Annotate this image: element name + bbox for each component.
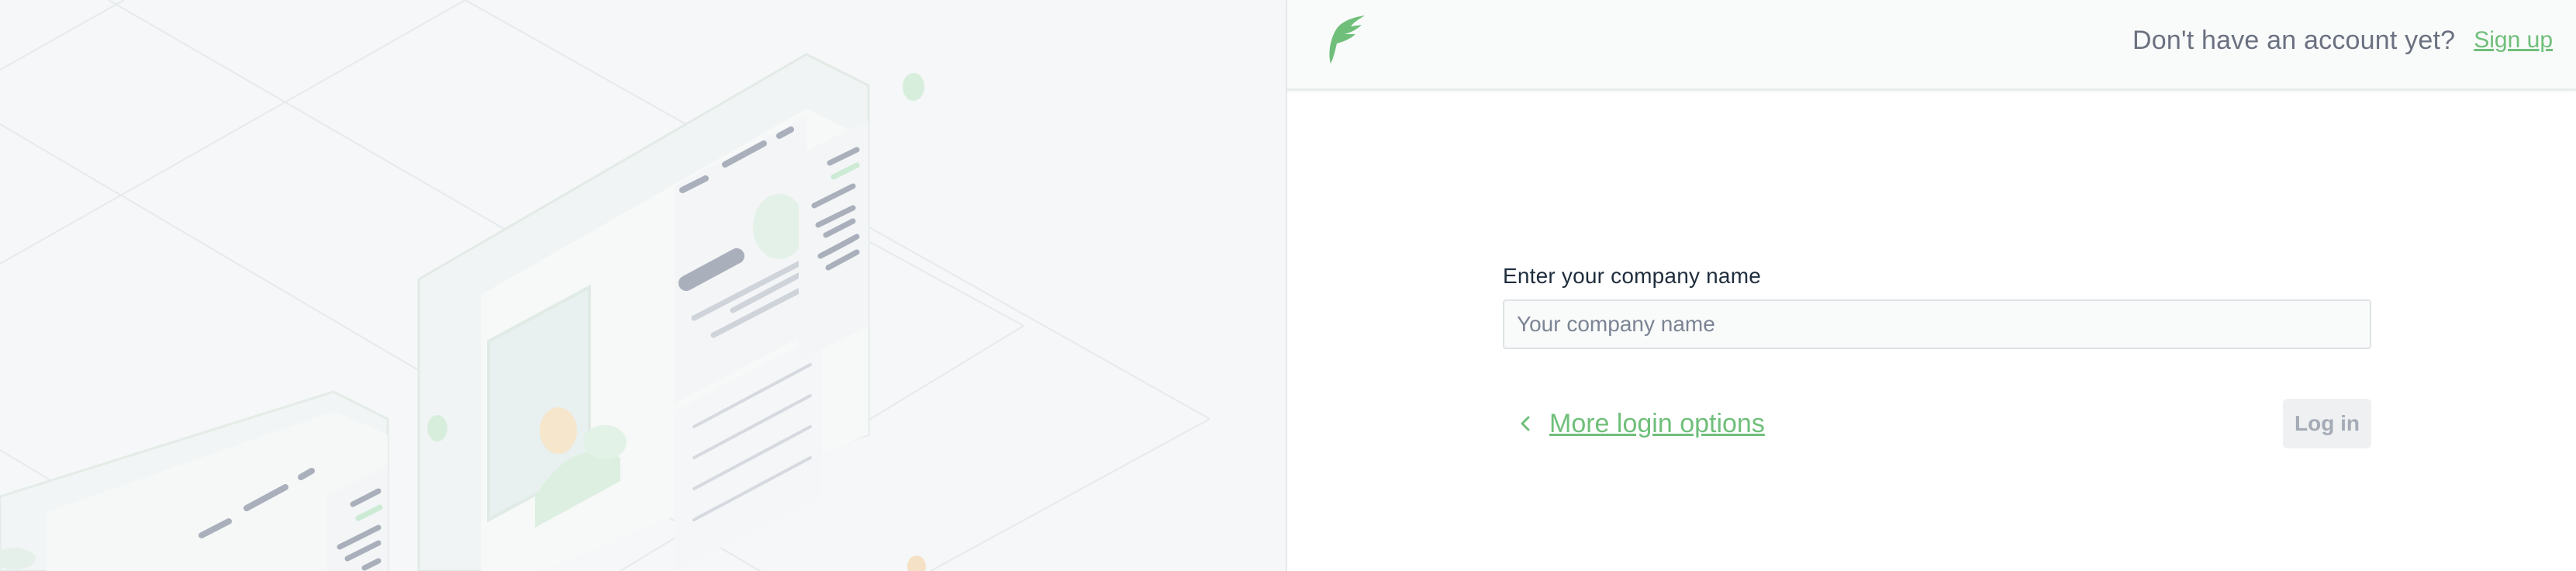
company-name-label: Enter your company name — [1503, 264, 1761, 288]
form-actions: More login options Log in — [1503, 399, 2371, 448]
chevron-left-icon — [1521, 416, 1530, 431]
isometric-dashboard-illustration — [0, 0, 1210, 571]
log-in-button[interactable]: Log in — [2283, 399, 2371, 448]
illustration-panel — [0, 0, 1286, 571]
login-page: Don't have an account yet? Sign up Enter… — [0, 0, 2576, 571]
more-login-options-link[interactable]: More login options — [1517, 399, 1765, 448]
signup-link[interactable]: Sign up — [2474, 27, 2553, 54]
auth-panel: Don't have an account yet? Sign up Enter… — [1287, 0, 2576, 571]
feather-f-logo[interactable] — [1320, 14, 1366, 65]
signup-prompt-group: Don't have an account yet? Sign up — [2132, 25, 2553, 56]
signup-prompt-text: Don't have an account yet? — [2132, 25, 2456, 55]
top-bar: Don't have an account yet? Sign up — [1287, 0, 2576, 91]
company-login-form: Enter your company name More login optio… — [1503, 264, 2371, 448]
more-login-options-label: More login options — [1549, 408, 1765, 438]
company-name-input[interactable] — [1503, 299, 2371, 349]
